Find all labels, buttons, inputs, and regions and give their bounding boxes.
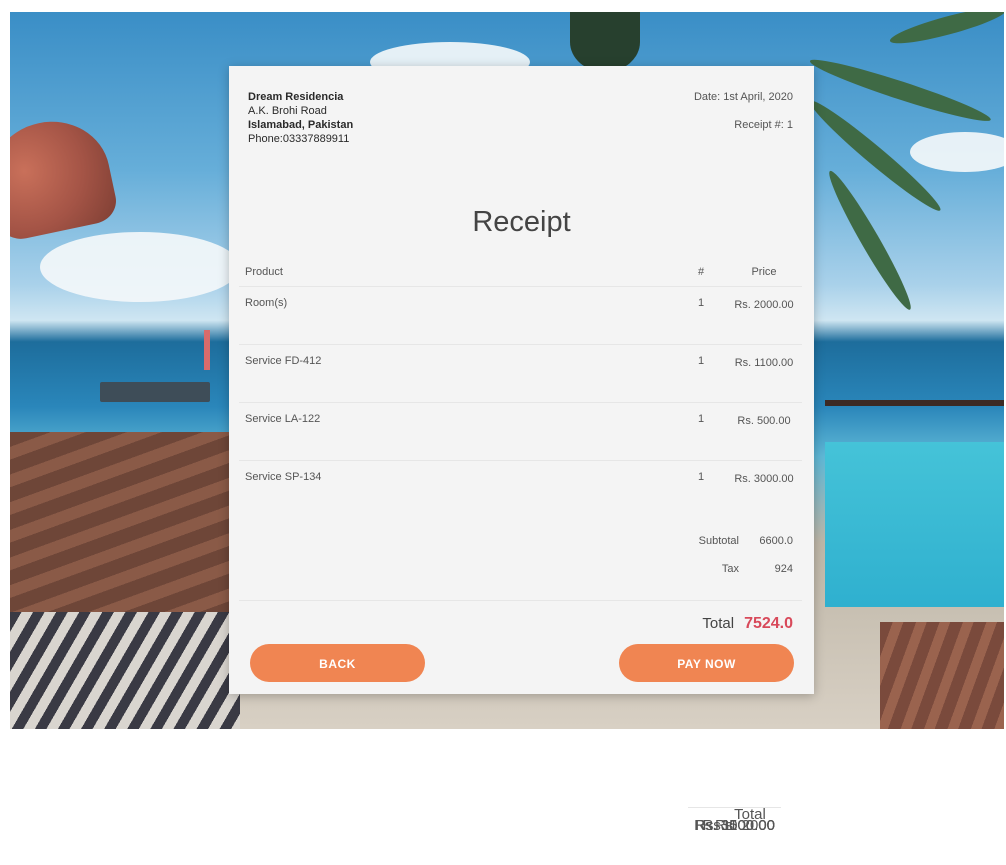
row-price: Rs. 3000.00	[726, 460, 802, 518]
row-qty: 1	[676, 344, 726, 403]
receipt-card: Dream Residencia A.K. Brohi Road Islamab…	[229, 66, 814, 834]
subtotal-label: Subtotal	[698, 535, 739, 547]
table-row: Service LA-122 1 Rs. 500.00 Rs. 500.00	[239, 402, 802, 834]
receipt-items-table: Product # Price Total Room(s) 1 Rs. 2000…	[239, 258, 802, 834]
grand-total: Total 7524.0	[702, 615, 793, 633]
row-product: Service FD-412	[239, 344, 676, 403]
row-qty: 1	[676, 286, 726, 345]
tax-label: Tax	[721, 563, 739, 575]
palm-tree-decoration	[570, 12, 640, 72]
total-label: Total	[702, 615, 735, 632]
pole-decoration	[204, 330, 210, 370]
row-product: Service LA-122	[239, 402, 676, 461]
header-product: Product	[245, 266, 283, 278]
subtotal-value: 6600.0	[759, 535, 793, 547]
divider	[239, 600, 802, 601]
umbrella-decoration	[10, 110, 121, 244]
boat-decoration	[100, 382, 210, 402]
header-price: Price	[751, 266, 777, 278]
tax-value: 924	[774, 563, 793, 575]
company-phone: Phone:03337889911	[248, 133, 350, 145]
table-row: Service SP-134 1 Rs. 3000.00 Rs. 3000.00	[239, 460, 802, 834]
cloud-decoration	[910, 132, 1004, 172]
row-price: Rs. 500.00	[726, 402, 802, 461]
row-price: Rs. 1100.00	[726, 344, 802, 403]
row-qty: 1	[676, 460, 726, 518]
total-value: 7524.0	[744, 615, 793, 632]
table-header-row: Product # Price Total	[239, 258, 802, 823]
subtotal-line: Subtotal 6600.0	[679, 535, 793, 547]
table-row: Service FD-412 1 Rs. 1100.00 Rs. 1100.00	[239, 344, 802, 834]
railing-decoration	[825, 400, 1004, 406]
walkway-decoration	[10, 612, 240, 729]
pool-decoration	[825, 442, 1004, 607]
header-qty: #	[697, 266, 705, 278]
receipt-date: Date: 1st April, 2020	[693, 91, 793, 103]
page-title: Receipt	[472, 206, 571, 238]
table-row: Room(s) 1 Rs. 2000.00 Rs. 2000	[239, 286, 802, 834]
company-name: Dream Residencia	[248, 91, 344, 103]
row-price: Rs. 2000.00	[726, 286, 802, 345]
row-total: Rs. 3000.00	[688, 807, 781, 865]
receipt-number: Receipt #: 1	[734, 119, 793, 131]
tax-line: Tax 924	[679, 563, 793, 575]
company-address-line2: Islamabad, Pakistan	[248, 119, 354, 131]
palm-frond-decoration	[887, 12, 1004, 50]
lounge-chair-decoration	[880, 622, 1004, 729]
pay-now-button[interactable]: PAY NOW	[619, 644, 794, 682]
back-button[interactable]: BACK	[250, 644, 425, 682]
row-product: Service SP-134	[239, 460, 676, 518]
row-qty: 1	[676, 402, 726, 461]
cloud-decoration	[40, 232, 240, 302]
company-address-line1: A.K. Brohi Road	[248, 105, 327, 117]
receipt-meta: Date: 1st April, 2020 Receipt #: 1	[694, 90, 793, 132]
company-info: Dream Residencia A.K. Brohi Road Islamab…	[248, 90, 353, 146]
row-product: Room(s)	[239, 286, 676, 345]
